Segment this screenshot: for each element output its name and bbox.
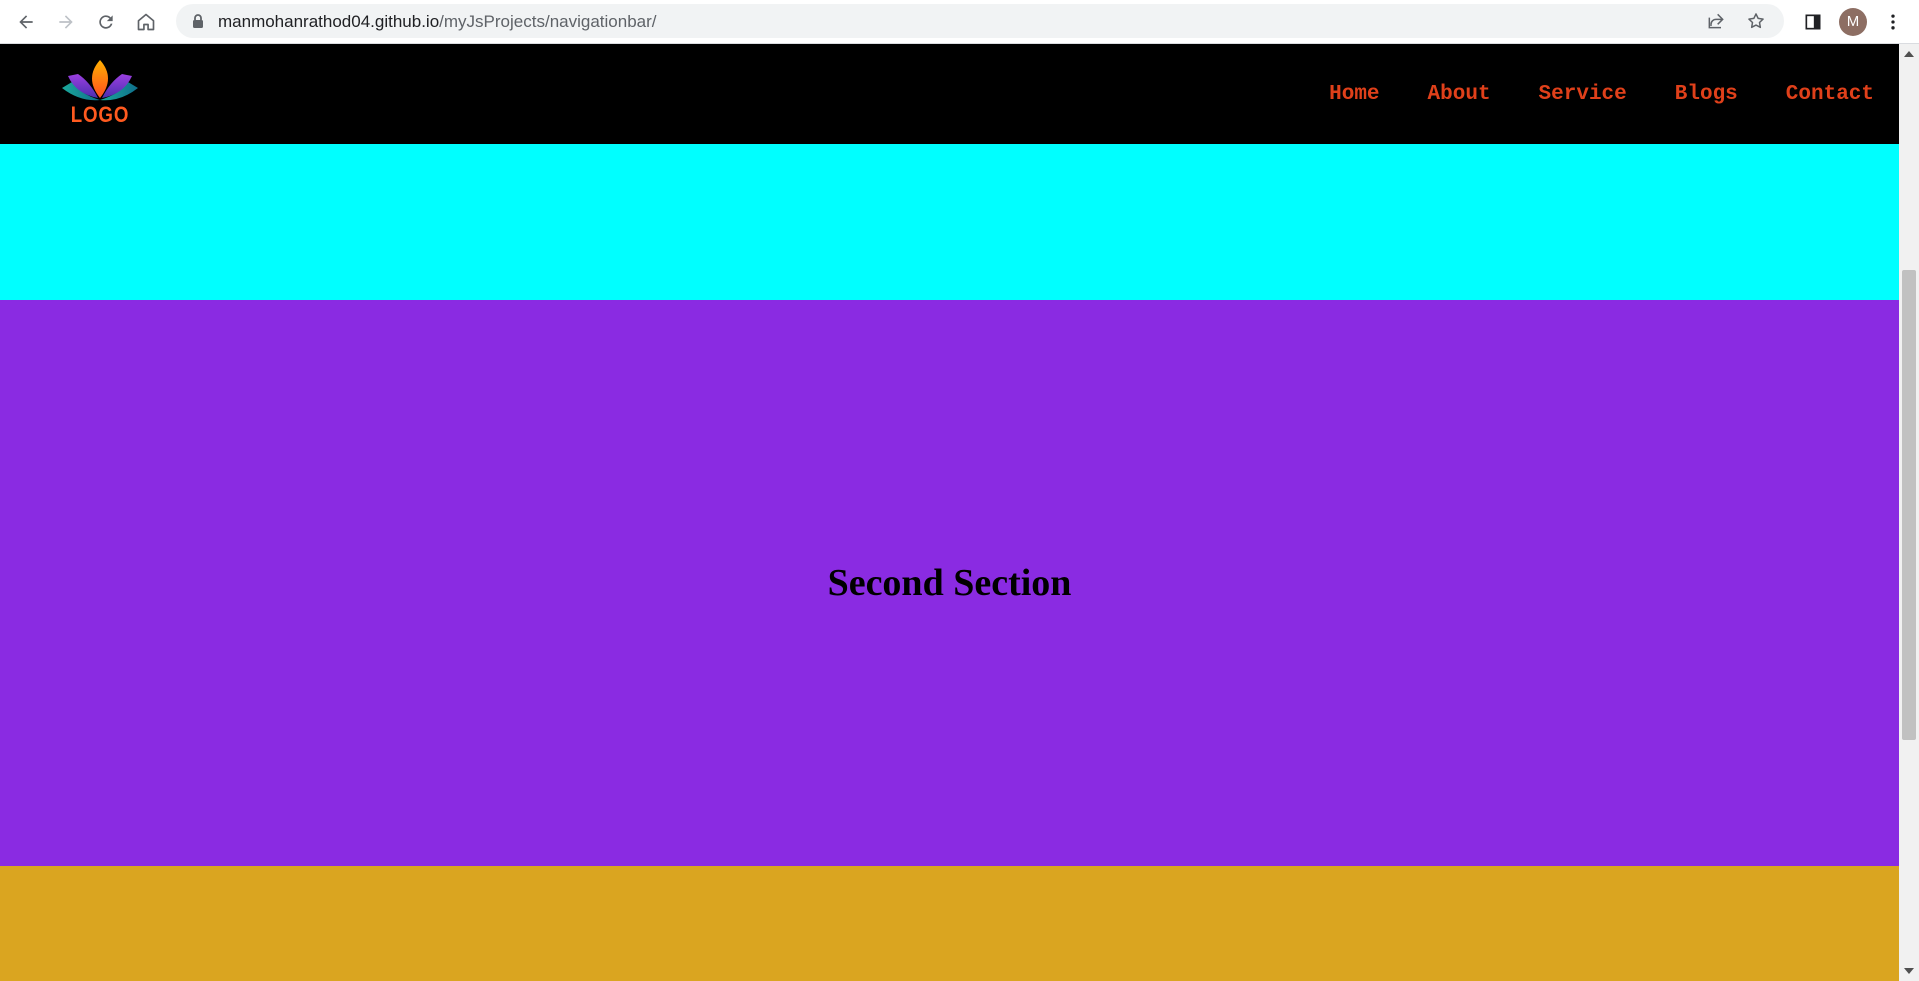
third-section: [0, 866, 1899, 981]
reload-button[interactable]: [90, 6, 122, 38]
star-icon[interactable]: [1746, 11, 1766, 31]
scroll-up-arrow-icon[interactable]: [1904, 51, 1914, 57]
nav-link-about[interactable]: About: [1428, 83, 1491, 106]
page-viewport: LOGO Home About Service Blogs Contact Se…: [0, 44, 1899, 981]
side-panel-button[interactable]: [1797, 6, 1829, 38]
second-section: Second Section: [0, 300, 1899, 866]
reload-icon: [99, 15, 113, 29]
lotus-icon: [62, 60, 138, 101]
url-text: manmohanrathod04.github.io/myJsProjects/…: [218, 12, 657, 32]
scroll-down-arrow-icon[interactable]: [1904, 968, 1914, 974]
back-button[interactable]: [10, 6, 42, 38]
first-section: [0, 144, 1899, 300]
avatar: M: [1839, 8, 1867, 36]
address-bar[interactable]: manmohanrathod04.github.io/myJsProjects/…: [176, 4, 1784, 38]
forward-arrow-icon: [59, 15, 73, 29]
home-button[interactable]: [130, 6, 162, 38]
scrollbar-thumb[interactable]: [1902, 270, 1916, 740]
scrollbar[interactable]: [1899, 44, 1919, 981]
site-logo[interactable]: LOGO: [60, 56, 140, 134]
profile-button[interactable]: M: [1837, 6, 1869, 38]
side-panel-icon: [1805, 14, 1821, 30]
logo-text: LOGO: [70, 102, 130, 127]
nav-link-blogs[interactable]: Blogs: [1675, 83, 1738, 106]
lock-icon: [193, 14, 203, 28]
url-host: manmohanrathod04.github.io: [218, 12, 440, 31]
share-icon[interactable]: [1706, 11, 1726, 31]
site-navbar: LOGO Home About Service Blogs Contact: [0, 44, 1899, 144]
url-path: /myJsProjects/navigationbar/: [439, 12, 657, 31]
back-arrow-icon: [19, 15, 33, 29]
nav-link-home[interactable]: Home: [1329, 83, 1379, 106]
nav-menu: Home About Service Blogs Contact: [1329, 44, 1874, 144]
home-icon: [137, 13, 155, 31]
browser-toolbar: manmohanrathod04.github.io/myJsProjects/…: [0, 0, 1919, 44]
menu-button[interactable]: [1877, 6, 1909, 38]
nav-link-service[interactable]: Service: [1539, 83, 1627, 106]
more-vert-icon: [1891, 14, 1895, 30]
nav-link-contact[interactable]: Contact: [1786, 83, 1874, 106]
forward-button[interactable]: [50, 6, 82, 38]
section-title: Second Section: [827, 562, 1072, 604]
